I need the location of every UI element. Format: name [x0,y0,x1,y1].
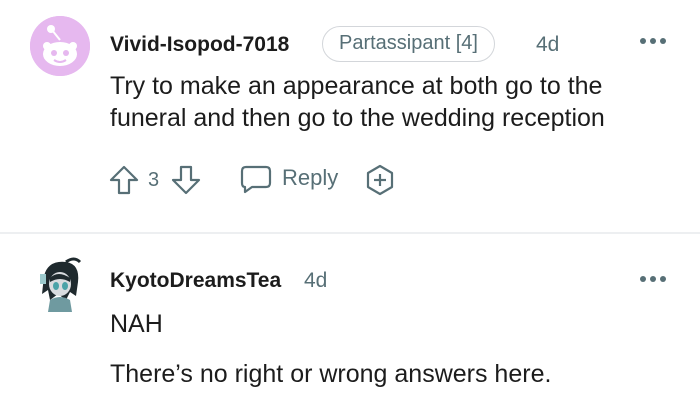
username[interactable]: KyotoDreamsTea [110,269,281,293]
anime-avatar-icon [40,257,82,312]
comment-body-line: There’s no right or wrong answers here. [110,360,552,388]
comment-kyotodreamstea: KyotoDreamsTea 4d NAH There’s no right o… [0,0,700,416]
user-avatar[interactable] [36,256,84,312]
timestamp[interactable]: 4d [304,269,327,293]
comment-body-line: NAH [110,310,163,338]
more-options-icon[interactable] [640,276,666,284]
